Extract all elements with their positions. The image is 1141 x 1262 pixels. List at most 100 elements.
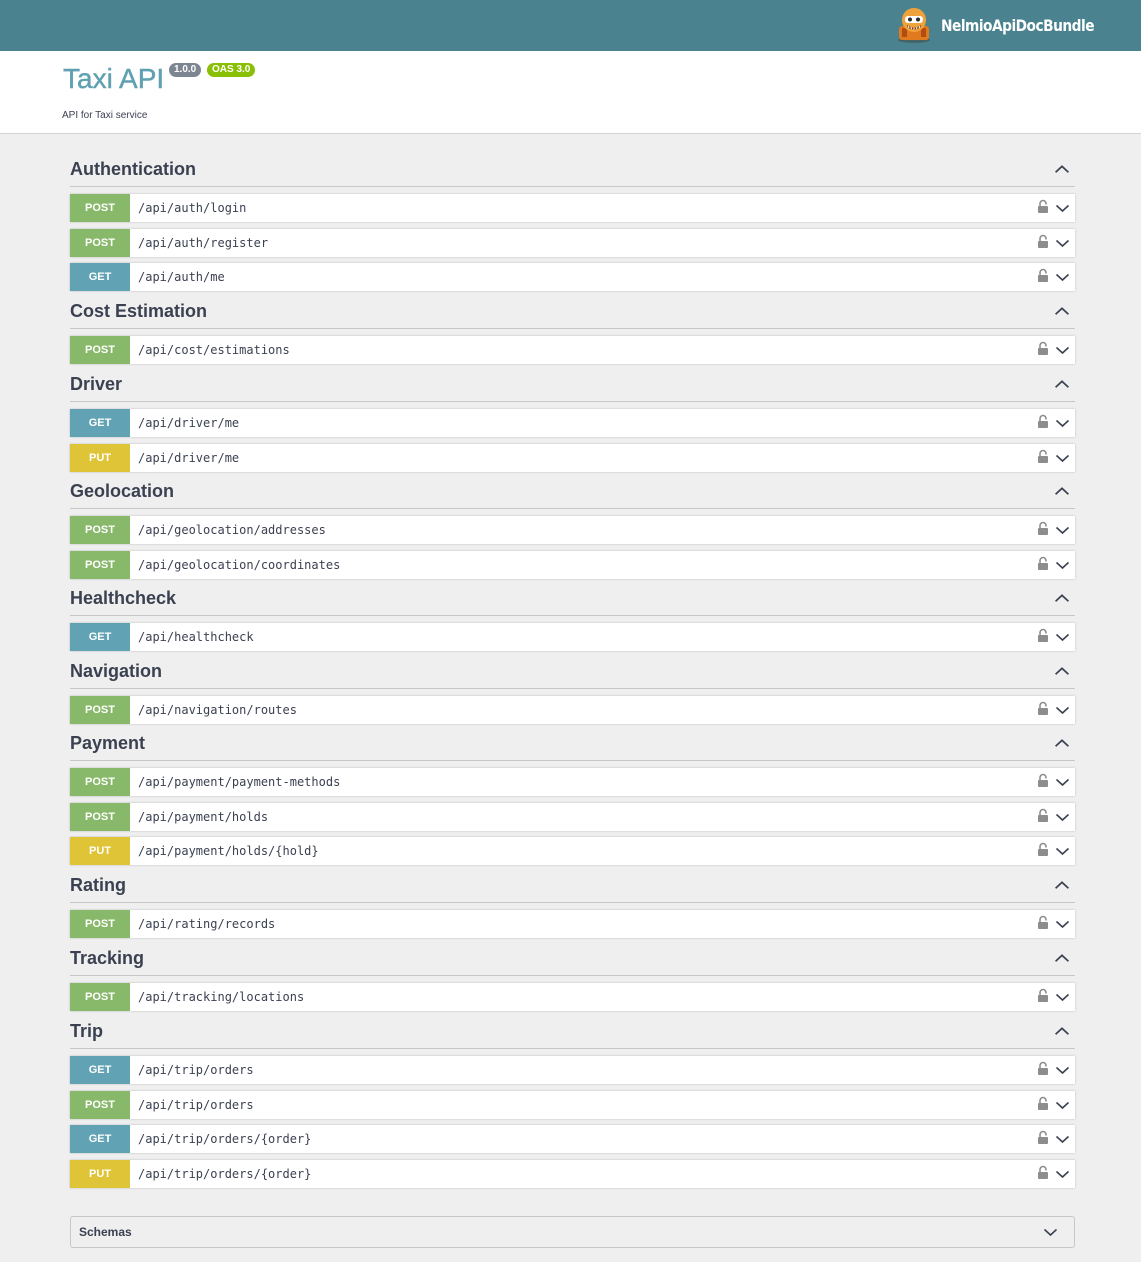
operation-row[interactable]: POST/api/auth/register bbox=[70, 229, 1075, 257]
operation-path: /api/trip/orders/{order} bbox=[138, 1167, 312, 1181]
chevron-down-icon[interactable] bbox=[1055, 811, 1070, 823]
operation-path: /api/payment/payment-methods bbox=[138, 775, 341, 789]
tag-header[interactable]: Cost Estimation bbox=[70, 294, 1075, 329]
tag-header[interactable]: Rating bbox=[70, 868, 1075, 903]
tag-name: Healthcheck bbox=[70, 588, 177, 608]
chevron-down-icon[interactable] bbox=[1043, 1226, 1058, 1238]
operation-row[interactable]: POST/api/geolocation/coordinates bbox=[70, 551, 1075, 579]
lock-icon[interactable] bbox=[1037, 268, 1049, 283]
operation-row[interactable]: GET/api/trip/orders bbox=[70, 1056, 1075, 1084]
tag-name: Driver bbox=[70, 374, 123, 394]
lock-icon[interactable] bbox=[1037, 628, 1049, 643]
lock-icon[interactable] bbox=[1037, 449, 1049, 464]
chevron-down-icon[interactable] bbox=[1055, 845, 1070, 857]
tag-name: Rating bbox=[70, 875, 126, 895]
tag-header[interactable]: Driver bbox=[70, 367, 1075, 402]
lock-icon[interactable] bbox=[1037, 414, 1049, 429]
lock-icon[interactable] bbox=[1037, 808, 1049, 823]
chevron-down-icon[interactable] bbox=[1055, 237, 1070, 249]
chevron-down-icon[interactable] bbox=[1055, 704, 1070, 716]
chevron-down-icon[interactable] bbox=[1055, 918, 1070, 930]
tag-header[interactable]: Authentication bbox=[70, 152, 1075, 187]
tag-header[interactable]: Payment bbox=[70, 726, 1075, 761]
chevron-up-icon[interactable] bbox=[1054, 377, 1070, 391]
chevron-down-icon[interactable] bbox=[1055, 631, 1070, 643]
operation-row[interactable]: GET/api/auth/me bbox=[70, 263, 1075, 291]
operation-path: /api/trip/orders bbox=[138, 1098, 254, 1112]
lock-icon[interactable] bbox=[1037, 773, 1049, 788]
operation-row[interactable]: POST/api/navigation/routes bbox=[70, 696, 1075, 724]
chevron-down-icon[interactable] bbox=[1055, 776, 1070, 788]
operation-row[interactable]: GET/api/healthcheck bbox=[70, 623, 1075, 651]
chevron-down-icon[interactable] bbox=[1055, 559, 1070, 571]
operation-row[interactable]: POST/api/payment/holds bbox=[70, 803, 1075, 831]
lock-icon[interactable] bbox=[1037, 701, 1049, 716]
operation-row[interactable]: PUT/api/driver/me bbox=[70, 444, 1075, 472]
operation-row[interactable]: POST/api/payment/payment-methods bbox=[70, 768, 1075, 796]
lock-icon[interactable] bbox=[1037, 1165, 1049, 1180]
operation-row[interactable]: POST/api/trip/orders bbox=[70, 1091, 1075, 1119]
chevron-up-icon[interactable] bbox=[1054, 664, 1070, 678]
operation-row[interactable]: GET/api/driver/me bbox=[70, 409, 1075, 437]
lock-icon[interactable] bbox=[1037, 234, 1049, 249]
method-badge: POST bbox=[70, 696, 130, 724]
chevron-up-icon[interactable] bbox=[1054, 1024, 1070, 1038]
tag-header[interactable]: Geolocation bbox=[70, 474, 1075, 509]
nelmio-mascot-icon bbox=[895, 6, 933, 44]
lock-icon[interactable] bbox=[1037, 199, 1049, 214]
lock-icon[interactable] bbox=[1037, 915, 1049, 930]
operation-path: /api/geolocation/addresses bbox=[138, 523, 326, 537]
operation-row[interactable]: GET/api/trip/orders/{order} bbox=[70, 1125, 1075, 1153]
operation-path: /api/healthcheck bbox=[138, 630, 254, 644]
operation-row[interactable]: POST/api/geolocation/addresses bbox=[70, 516, 1075, 544]
chevron-up-icon[interactable] bbox=[1054, 951, 1070, 965]
operation-row[interactable]: PUT/api/trip/orders/{order} bbox=[70, 1160, 1075, 1188]
tag-header[interactable]: Navigation bbox=[70, 654, 1075, 689]
chevron-up-icon[interactable] bbox=[1054, 878, 1070, 892]
chevron-up-icon[interactable] bbox=[1054, 736, 1070, 750]
lock-icon[interactable] bbox=[1037, 1130, 1049, 1145]
api-title: Taxi API bbox=[63, 63, 165, 94]
operation-row[interactable]: POST/api/rating/records bbox=[70, 910, 1075, 938]
chevron-down-icon[interactable] bbox=[1055, 417, 1070, 429]
chevron-down-icon[interactable] bbox=[1055, 202, 1070, 214]
method-badge: POST bbox=[70, 1091, 130, 1119]
chevron-down-icon[interactable] bbox=[1055, 1064, 1070, 1076]
chevron-down-icon[interactable] bbox=[1055, 524, 1070, 536]
chevron-up-icon[interactable] bbox=[1054, 484, 1070, 498]
oas-badge: OAS 3.0 bbox=[207, 63, 256, 77]
brand-link[interactable]: NelmioApiDocBundle bbox=[895, 4, 1119, 46]
lock-icon[interactable] bbox=[1037, 1096, 1049, 1111]
lock-icon[interactable] bbox=[1037, 521, 1049, 536]
lock-icon[interactable] bbox=[1037, 842, 1049, 857]
method-badge: GET bbox=[70, 263, 130, 291]
operation-row[interactable]: POST/api/tracking/locations bbox=[70, 983, 1075, 1011]
method-badge: GET bbox=[70, 623, 130, 651]
chevron-up-icon[interactable] bbox=[1054, 162, 1070, 176]
lock-icon[interactable] bbox=[1037, 988, 1049, 1003]
lock-icon[interactable] bbox=[1037, 341, 1049, 356]
chevron-down-icon[interactable] bbox=[1055, 1099, 1070, 1111]
tag-header[interactable]: Trip bbox=[70, 1014, 1075, 1049]
chevron-down-icon[interactable] bbox=[1055, 991, 1070, 1003]
operation-row[interactable]: POST/api/auth/login bbox=[70, 194, 1075, 222]
chevron-down-icon[interactable] bbox=[1055, 271, 1070, 283]
tag-header[interactable]: Healthcheck bbox=[70, 581, 1075, 616]
tag-header[interactable]: Tracking bbox=[70, 941, 1075, 976]
chevron-down-icon[interactable] bbox=[1055, 452, 1070, 464]
chevron-up-icon[interactable] bbox=[1054, 304, 1070, 318]
chevron-down-icon[interactable] bbox=[1055, 1133, 1070, 1145]
lock-icon[interactable] bbox=[1037, 556, 1049, 571]
schemas-section[interactable]: Schemas bbox=[70, 1216, 1075, 1248]
method-badge: POST bbox=[70, 336, 130, 364]
chevron-up-icon[interactable] bbox=[1054, 591, 1070, 605]
schemas-label: Schemas bbox=[79, 1225, 132, 1239]
chevron-down-icon[interactable] bbox=[1055, 1168, 1070, 1180]
lock-icon[interactable] bbox=[1037, 1061, 1049, 1076]
method-badge: POST bbox=[70, 910, 130, 938]
operation-row[interactable]: PUT/api/payment/holds/{hold} bbox=[70, 837, 1075, 865]
operation-row[interactable]: POST/api/cost/estimations bbox=[70, 336, 1075, 364]
tag-name: Geolocation bbox=[70, 481, 175, 501]
chevron-down-icon[interactable] bbox=[1055, 344, 1070, 356]
tag-name: Trip bbox=[70, 1021, 104, 1041]
